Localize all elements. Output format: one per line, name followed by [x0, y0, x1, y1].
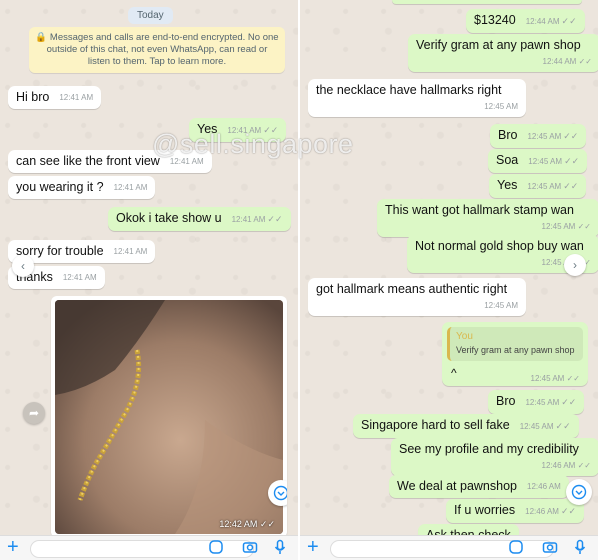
- double-check-icon: ✓✓: [566, 374, 580, 383]
- message-time: 12:41 AM: [59, 93, 94, 102]
- message-time: 12:46 AM: [527, 482, 561, 491]
- double-check-icon: ✓✓: [561, 397, 577, 407]
- message-text: Verify gram at any pawn shop: [416, 38, 581, 52]
- quoted-author: You: [456, 331, 473, 342]
- message-time: 12:46 AM: [525, 507, 559, 516]
- double-check-icon: ✓✓: [563, 181, 579, 191]
- message-text: Singapore hard to sell fake: [361, 418, 510, 432]
- message-time: 12:46 AM: [541, 461, 576, 470]
- chevron-left-icon[interactable]: ‹: [12, 255, 34, 277]
- watermark: @sell.singapore: [152, 129, 354, 159]
- message-time: 12:45 AM: [525, 398, 560, 407]
- double-check-icon: ✓✓: [577, 222, 591, 231]
- message-time: 12:45 AM: [527, 132, 562, 141]
- chat-pane-right[interactable]: $13240 12:44 AM ✓✓ Verify gram at any pawn…: [300, 0, 598, 560]
- composer-bar: +: [0, 535, 298, 560]
- share-icon[interactable]: ➦: [23, 402, 45, 424]
- message-outgoing[interactable]: Bro 12:45 AM ✓✓: [490, 124, 587, 148]
- message-text: Soa: [496, 153, 519, 167]
- camera-icon[interactable]: [242, 539, 258, 555]
- plus-icon[interactable]: +: [307, 536, 319, 558]
- double-check-icon: ✓✓: [564, 156, 580, 166]
- message-time: 12:45 AM: [484, 301, 518, 310]
- message-text: got hallmark means authentic right: [316, 282, 508, 296]
- message-time: 12:41 AM: [113, 247, 148, 256]
- message-outgoing[interactable]: We deal at pawnshop 12:46 AM: [389, 475, 569, 498]
- message-outgoing[interactable]: If u worries 12:46 AM ✓✓: [446, 499, 585, 523]
- message-time: 12:45 AM: [527, 182, 562, 191]
- message-text: Hi bro: [16, 90, 50, 104]
- message-time: 12:45 AM: [541, 222, 576, 231]
- plus-icon[interactable]: +: [7, 536, 19, 558]
- chat-pane-left[interactable]: Today 🔒 Messages and calls are end-to-en…: [0, 0, 300, 560]
- message-time: 12:45 AM: [530, 374, 565, 383]
- message-outgoing[interactable]: Okok i take show u 12:41 AM ✓✓: [108, 207, 291, 231]
- message-incoming[interactable]: you wearing it ? 12:41 AM: [8, 176, 156, 199]
- message-outgoing[interactable]: Soa 12:45 AM ✓✓: [488, 149, 588, 173]
- double-check-icon: ✓✓: [578, 57, 592, 66]
- message-text: Okok i take show u: [116, 211, 222, 225]
- message-time: 12:45 AM: [484, 102, 518, 111]
- double-check-icon: ✓✓: [555, 421, 571, 431]
- message-outgoing-partial[interactable]: [392, 0, 582, 4]
- message-time: 12:41 AM: [113, 183, 148, 192]
- message-text: Bro: [498, 128, 518, 142]
- sticker-icon[interactable]: [208, 539, 224, 555]
- message-time: 12:41 AM: [231, 215, 266, 224]
- message-text: ^: [451, 366, 457, 380]
- message-outgoing[interactable]: Singapore hard to sell fake 12:45 AM ✓✓: [353, 414, 579, 438]
- message-time: 12:45 AM: [519, 422, 554, 431]
- message-outgoing[interactable]: This want got hallmark stamp wan 12:45 A…: [377, 199, 598, 237]
- message-incoming[interactable]: got hallmark means authentic right 12:45…: [308, 278, 526, 316]
- message-text: Bro: [496, 394, 516, 408]
- message-time: 12:42 AM ✓✓: [219, 519, 275, 529]
- message-text: Yes: [497, 178, 518, 192]
- double-check-icon: ✓✓: [267, 214, 283, 224]
- double-check-icon: ✓✓: [563, 131, 579, 141]
- message-outgoing[interactable]: $13240 12:44 AM ✓✓: [466, 9, 585, 33]
- message-incoming[interactable]: Hi bro 12:41 AM: [8, 86, 102, 109]
- image-message[interactable]: 12:42 AM ✓✓: [51, 296, 287, 538]
- encryption-notice-text: Messages and calls are end-to-end encryp…: [46, 32, 279, 67]
- message-text: $13240: [474, 13, 516, 27]
- reply-message[interactable]: You Verify gram at any pawn shop ^ 12:45…: [442, 322, 588, 386]
- message-text: This want got hallmark stamp wan: [385, 203, 574, 217]
- message-outgoing[interactable]: Bro 12:45 AM ✓✓: [488, 390, 585, 414]
- message-outgoing[interactable]: See my profile and my credibility 12:46 …: [391, 438, 598, 476]
- message-text: See my profile and my credibility: [399, 442, 579, 456]
- sticker-icon[interactable]: [508, 539, 524, 555]
- date-divider: Today: [128, 7, 173, 24]
- double-check-icon: ✓✓: [577, 461, 591, 470]
- quoted-message[interactable]: You Verify gram at any pawn shop: [447, 327, 583, 361]
- message-time: 12:41 AM: [62, 273, 97, 282]
- double-check-icon: ✓✓: [561, 16, 577, 26]
- chevron-right-icon[interactable]: ›: [564, 254, 586, 276]
- mic-icon[interactable]: [272, 539, 288, 555]
- message-text: you wearing it ?: [16, 180, 104, 194]
- message-text: If u worries: [454, 503, 516, 517]
- message-text: We deal at pawnshop: [397, 479, 517, 493]
- necklace-photo[interactable]: [55, 300, 283, 534]
- double-check-icon: ✓✓: [259, 519, 275, 529]
- message-time: 12:45 AM: [528, 157, 563, 166]
- chevron-down-icon[interactable]: [268, 480, 287, 506]
- message-time: 12:44 AM: [542, 57, 577, 66]
- quoted-text: Verify gram at any pawn shop: [456, 345, 575, 355]
- camera-icon[interactable]: [542, 539, 558, 555]
- composer-bar: +: [300, 535, 598, 560]
- mic-icon[interactable]: [572, 539, 588, 555]
- lock-icon: 🔒: [35, 32, 48, 43]
- message-text: the necklace have hallmarks right: [316, 83, 502, 97]
- message-outgoing[interactable]: Verify gram at any pawn shop 12:44 AM ✓✓: [408, 34, 598, 72]
- message-text: Not normal gold shop buy wan: [415, 239, 584, 253]
- message-time: 12:44 AM: [525, 17, 560, 26]
- message-outgoing[interactable]: Yes 12:45 AM ✓✓: [489, 174, 587, 198]
- message-text: can see like the front view: [16, 154, 160, 168]
- message-incoming[interactable]: the necklace have hallmarks right 12:45 …: [308, 79, 526, 117]
- encryption-notice[interactable]: 🔒 Messages and calls are end-to-end encr…: [29, 27, 285, 73]
- chevron-down-icon[interactable]: [566, 479, 592, 505]
- double-check-icon: ✓✓: [560, 506, 577, 516]
